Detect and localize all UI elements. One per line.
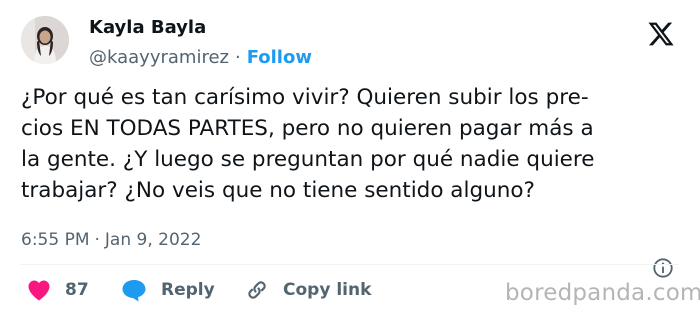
author-name[interactable]: Kayla Bayla bbox=[89, 17, 206, 38]
tweet-time: 6:55 PM bbox=[21, 230, 90, 250]
author-handle-row: @kaayyramirez · Follow bbox=[89, 47, 312, 68]
tweet-timestamp[interactable]: 6:55 PM · Jan 9, 2022 bbox=[21, 230, 201, 250]
reply-label: Reply bbox=[161, 280, 215, 300]
watermark: boredpanda.com bbox=[505, 280, 700, 306]
info-icon[interactable] bbox=[652, 257, 674, 279]
divider bbox=[21, 264, 679, 265]
author-handle[interactable]: @kaayyramirez bbox=[89, 47, 229, 68]
reply-button[interactable]: Reply bbox=[121, 276, 215, 304]
tweet-date: Jan 9, 2022 bbox=[104, 230, 202, 250]
x-logo-icon[interactable] bbox=[647, 20, 675, 48]
copy-link-label: Copy link bbox=[283, 280, 372, 300]
tweet-text-line: cios EN TODAS PARTES, pero no quieren pa… bbox=[21, 116, 594, 141]
tweet-text-line: ¿Por qué es tan carísimo vivir? Quieren … bbox=[21, 85, 589, 110]
link-icon bbox=[248, 281, 266, 299]
copy-link-button[interactable]: Copy link bbox=[245, 276, 371, 304]
like-button[interactable]: 87 bbox=[27, 276, 89, 304]
avatar[interactable] bbox=[21, 16, 69, 64]
timestamp-separator: · bbox=[94, 230, 100, 250]
tweet-text: ¿Por qué es tan carísimo vivir? Quieren … bbox=[21, 82, 681, 206]
heart-icon bbox=[28, 280, 50, 301]
tweet-card: Kayla Bayla @kaayyramirez · Follow ¿Por qu… bbox=[0, 0, 700, 318]
follow-button[interactable]: Follow bbox=[247, 47, 312, 68]
tweet-text-line: la gente. ¿Y luego se preguntan por qué … bbox=[21, 147, 595, 172]
like-count: 87 bbox=[65, 280, 89, 300]
tweet-text-line: trabajar? ¿No veis que no tiene sentido … bbox=[21, 178, 535, 203]
speech-bubble-icon bbox=[122, 280, 146, 302]
handle-separator: · bbox=[234, 47, 241, 68]
